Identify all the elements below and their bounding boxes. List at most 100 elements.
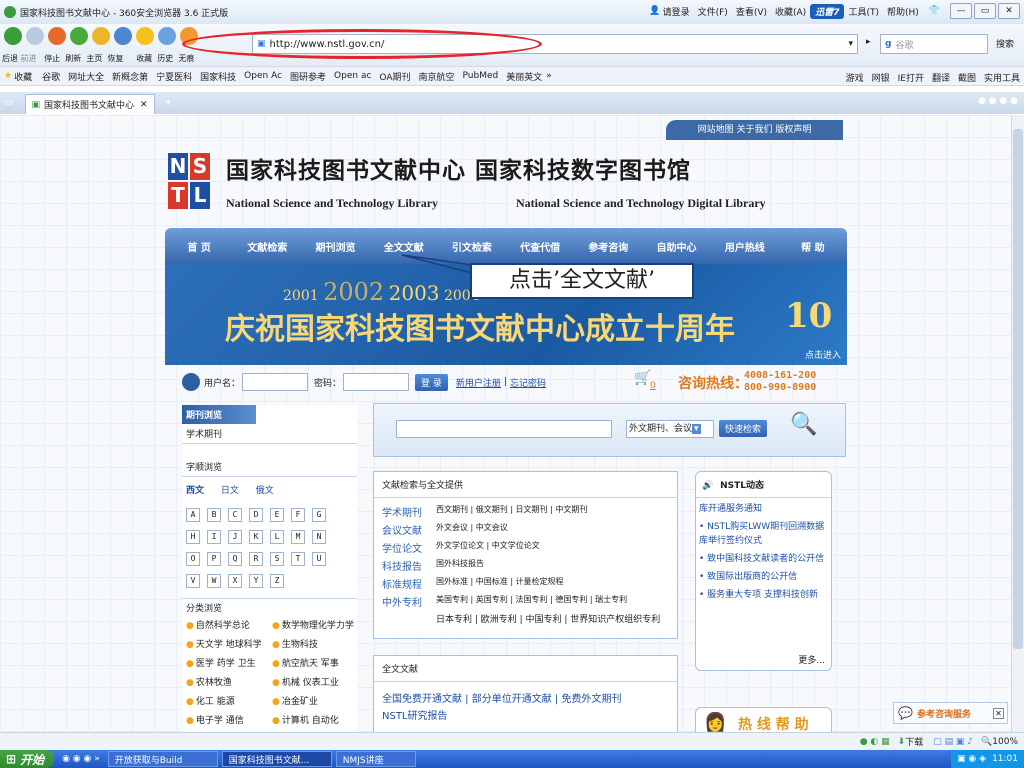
skin-icon[interactable]: 👕 xyxy=(929,6,940,16)
nav-doc-search[interactable]: 文献检索 xyxy=(233,239,301,254)
float-close-icon[interactable]: ✕ xyxy=(993,707,1004,719)
doc-row-label[interactable]: 标准规程 xyxy=(382,576,432,591)
restore-label[interactable]: 恢复 xyxy=(107,54,123,63)
doc-row-links[interactable]: 外文学位论文 | 中文学位论文 xyxy=(436,540,540,555)
category-item[interactable]: ● 自然科学总论 xyxy=(186,618,272,631)
news-item[interactable]: • NSTL购买LWW期刊回溯数据库举行签约仪式 xyxy=(699,520,828,548)
nav-fulltext[interactable]: 全文文献 xyxy=(370,239,438,254)
search-box[interactable]: g 谷歌 xyxy=(880,34,988,54)
fav-right-item[interactable]: 实用工具 xyxy=(984,71,1020,84)
register-link[interactable]: 新用户注册 xyxy=(456,376,501,389)
forward-label[interactable]: 前进 xyxy=(21,54,37,63)
letter-j[interactable]: J xyxy=(228,530,242,544)
category-item[interactable]: ● 数学物理化学力学 xyxy=(272,618,362,631)
login-button[interactable]: 登 录 xyxy=(415,373,448,391)
letter-m[interactable]: M xyxy=(291,530,305,544)
history-label[interactable]: 历史 xyxy=(157,54,173,63)
doc-row-links[interactable]: 美国专利 | 英国专利 | 法国专利 | 德国专利 | 瑞士专利 xyxy=(436,594,627,609)
reference-service-float[interactable]: 💬 参考咨询服务 ✕ xyxy=(893,702,1008,724)
patent-line-2[interactable]: 日本专利 | 欧洲专利 | 中国专利 | 世界知识产权组织专利 xyxy=(374,612,677,625)
tray-icons[interactable]: ▣ ◉ ◈ xyxy=(957,754,986,764)
fulltext-links[interactable]: 全国免费开通文献 | 部分单位开通文献 | 免费外文期刊 xyxy=(374,682,677,707)
sidebar-toggle-icon[interactable]: ▭ xyxy=(4,98,13,108)
zoom-level[interactable]: 100% xyxy=(992,737,1018,747)
incognito-label[interactable]: 无痕 xyxy=(178,54,194,63)
forward-icon[interactable] xyxy=(26,27,44,45)
doc-row-links[interactable]: 国外科技报告 xyxy=(436,558,484,573)
menu-tools[interactable]: 工具(T) xyxy=(848,5,879,18)
search-button[interactable]: 搜索 xyxy=(996,37,1014,50)
password-input[interactable] xyxy=(343,373,410,391)
letter-k[interactable]: K xyxy=(249,530,263,544)
letter-c[interactable]: C xyxy=(228,508,242,522)
close-window-button[interactable]: ✕ xyxy=(998,3,1020,19)
news-item[interactable]: • 致国际出版商的公开信 xyxy=(699,570,828,584)
hotline-help-panel[interactable]: 👩 热 线 帮 助 xyxy=(695,707,832,732)
category-item[interactable]: ● 计算机 自动化 xyxy=(272,713,362,726)
category-item[interactable]: ● 农林牧渔 xyxy=(186,675,272,688)
letter-y[interactable]: Y xyxy=(249,574,263,588)
doc-row-links[interactable]: 国外标准 | 中国标准 | 计量检定规程 xyxy=(436,576,564,591)
banner-enter-link[interactable]: 点击进入 xyxy=(805,348,841,361)
back-label[interactable]: 后退 xyxy=(2,54,18,63)
nav-home[interactable]: 首 页 xyxy=(165,239,233,254)
news-item[interactable]: 库开通服务通知 xyxy=(699,502,828,516)
fav-item[interactable]: Open Ac xyxy=(244,71,282,81)
quicklaunch-icons[interactable]: ◉ ◉ ◉ » xyxy=(62,754,100,764)
username-input[interactable] xyxy=(242,373,309,391)
letter-p[interactable]: P xyxy=(207,552,221,566)
fav-right-item[interactable]: 网银 xyxy=(872,71,890,84)
letter-s[interactable]: S xyxy=(270,552,284,566)
dropdown-icon[interactable]: ▾ xyxy=(848,39,853,49)
fav-item[interactable]: Open ac xyxy=(334,71,371,81)
start-button[interactable]: ⊞ 开始 xyxy=(0,750,55,768)
letter-e[interactable]: E xyxy=(270,508,284,522)
doc-row-links[interactable]: 外文会议 | 中文会议 xyxy=(436,522,508,537)
minimize-button[interactable]: — xyxy=(950,3,972,19)
doc-row-label[interactable]: 科技报告 xyxy=(382,558,432,573)
news-item[interactable]: • 服务重大专项 支撑科技创新 xyxy=(699,588,828,602)
nav-loan[interactable]: 代查代借 xyxy=(506,239,574,254)
tab-close-icon[interactable]: ✕ xyxy=(140,100,148,110)
tab-nav-icons[interactable]: ● ● ● ● xyxy=(978,96,1018,106)
fav-item[interactable]: 图研参考 xyxy=(290,70,326,83)
menu-help[interactable]: 帮助(H) xyxy=(887,5,919,18)
active-tab[interactable]: ▣ 国家科技图书文献中心 ✕ xyxy=(24,94,155,114)
star-icon[interactable] xyxy=(136,27,154,45)
fav-item[interactable]: 国家科技 xyxy=(200,70,236,83)
fav-item[interactable]: 网址大全 xyxy=(68,70,104,83)
letter-a[interactable]: A xyxy=(186,508,200,522)
nav-journals[interactable]: 期刊浏览 xyxy=(301,239,369,254)
letter-u[interactable]: U xyxy=(312,552,326,566)
category-item[interactable]: ● 医学 药学 卫生 xyxy=(186,656,272,669)
fav-item[interactable]: PubMed xyxy=(463,71,499,81)
letter-d[interactable]: D xyxy=(249,508,263,522)
lang-western[interactable]: 西文 xyxy=(186,486,204,496)
magnifier-icon[interactable]: 🔍 xyxy=(790,412,817,437)
task-item[interactable]: NMJS讲座 xyxy=(335,751,416,767)
quick-search-input[interactable] xyxy=(396,420,612,438)
news-item[interactable]: • 致中国科技文献读者的公开信 xyxy=(699,552,828,566)
stop-label[interactable]: 停止 xyxy=(44,54,60,63)
cart-count[interactable]: 0 xyxy=(650,381,656,391)
category-item[interactable]: ● 电子学 通信 xyxy=(186,713,272,726)
category-item[interactable]: ● 天文学 地球科学 xyxy=(186,637,272,650)
search-type-select[interactable]: 外文期刊、会议 ▾ xyxy=(626,420,714,438)
letter-x[interactable]: X xyxy=(228,574,242,588)
doc-row-label[interactable]: 会议文献 xyxy=(382,522,432,537)
home-icon[interactable] xyxy=(92,27,110,45)
category-item[interactable]: ● 冶金矿业 xyxy=(272,694,362,707)
scroll-thumb[interactable] xyxy=(1013,129,1023,649)
doc-row-label[interactable]: 学位论文 xyxy=(382,540,432,555)
nav-citation[interactable]: 引文检索 xyxy=(438,239,506,254)
menu-favorites[interactable]: 收藏(A) xyxy=(775,5,806,18)
letter-t[interactable]: T xyxy=(291,552,305,566)
fav-right-item[interactable]: 截图 xyxy=(958,71,976,84)
letter-f[interactable]: F xyxy=(291,508,305,522)
nav-hotline[interactable]: 用户热线 xyxy=(711,239,779,254)
letter-o[interactable]: O xyxy=(186,552,200,566)
quick-search-button[interactable]: 快速检索 xyxy=(719,420,768,437)
lang-russian[interactable]: 俄文 xyxy=(256,486,274,496)
letter-n[interactable]: N xyxy=(312,530,326,544)
fav-left[interactable]: 收藏 xyxy=(14,70,32,83)
